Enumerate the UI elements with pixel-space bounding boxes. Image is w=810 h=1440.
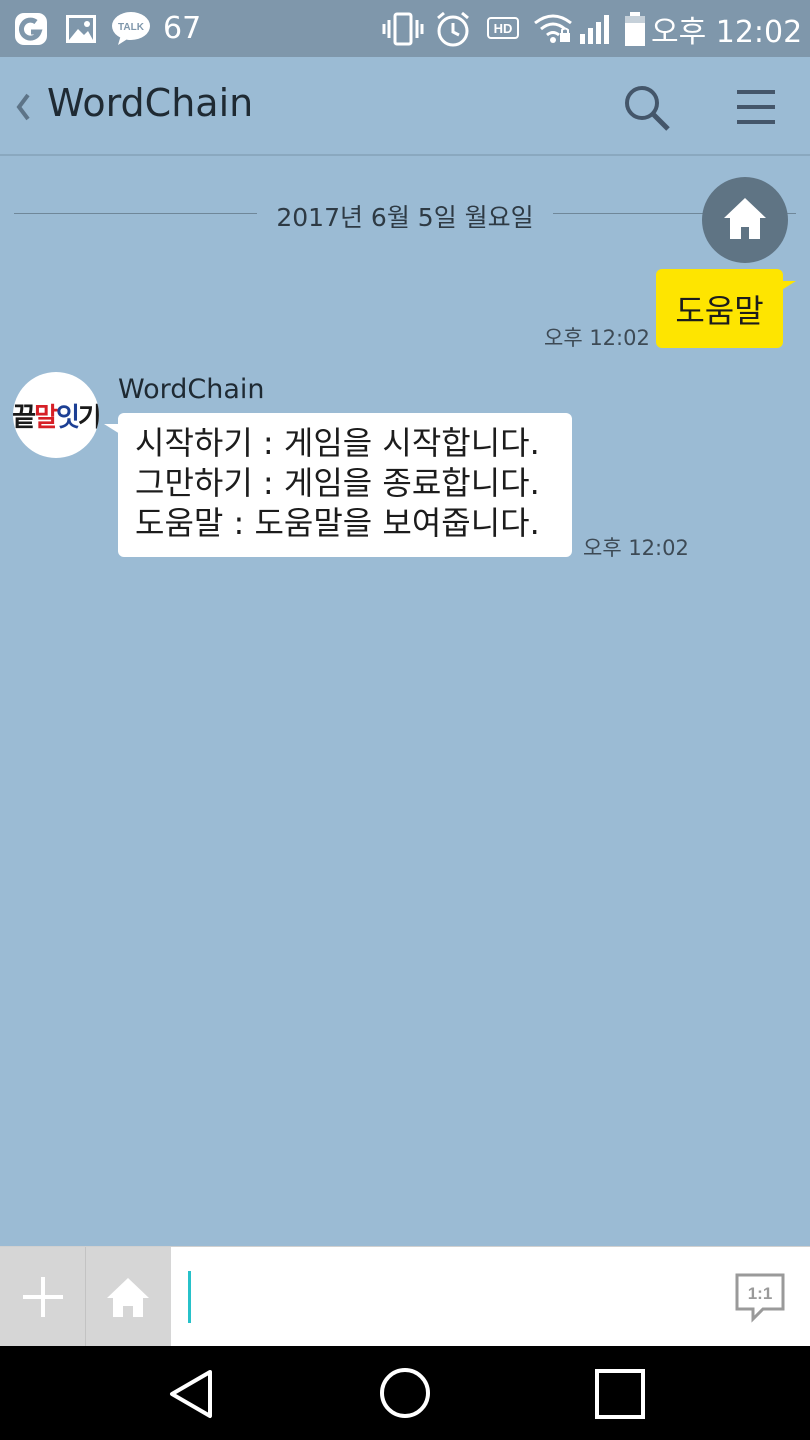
avatar-char-3: 잇 — [56, 402, 80, 433]
signal-icon — [578, 0, 612, 57]
avatar[interactable]: 끝말잇기 — [13, 372, 99, 458]
status-time: 오후 12:02 — [651, 14, 803, 50]
attach-button[interactable] — [0, 1247, 86, 1347]
incoming-message-bubble[interactable]: 시작하기 : 게임을 시작합니다. 그만하기 : 게임을 종료합니다. 도움말 … — [118, 413, 572, 557]
home-button[interactable] — [86, 1247, 171, 1347]
talk-icon: TALK — [111, 0, 151, 57]
outgoing-message-time: 오후 12:02 — [544, 326, 650, 350]
outgoing-message-bubble[interactable]: 도움말 — [656, 269, 783, 348]
navigation-bar — [0, 1346, 810, 1440]
talk-badge-text: TALK — [118, 22, 145, 33]
one-on-one-chat-button[interactable]: 1:1 — [733, 1271, 787, 1323]
message-line: 시작하기 : 게임을 시작합니다. — [135, 424, 540, 462]
sender-name: WordChain — [118, 374, 265, 405]
chat-title: WordChain — [47, 81, 254, 125]
alarm-icon — [434, 0, 472, 57]
message-input[interactable] — [171, 1247, 731, 1347]
home-icon — [107, 1278, 149, 1317]
back-icon[interactable] — [12, 87, 34, 127]
status-bar: TALK 67 HD 오후 12:02 — [0, 0, 810, 57]
app-icon — [14, 0, 48, 57]
home-floating-button[interactable] — [702, 177, 788, 263]
message-line: 도움말 : 도움말을 보여줍니다. — [135, 504, 540, 542]
home-icon — [724, 198, 766, 239]
incoming-message-time: 오후 12:02 — [583, 536, 689, 560]
hd-badge-text: HD — [494, 21, 513, 36]
vibrate-icon — [382, 0, 424, 57]
notification-count: 67 — [163, 11, 202, 46]
avatar-char-1: 끝 — [13, 402, 36, 433]
avatar-char-4: 기 — [77, 402, 99, 433]
search-icon[interactable] — [622, 83, 672, 133]
nav-recent-icon[interactable] — [594, 1368, 646, 1420]
gallery-icon — [65, 0, 97, 57]
message-line: 그만하기 : 게임을 종료합니다. — [135, 464, 540, 502]
nav-home-icon[interactable] — [378, 1366, 432, 1420]
date-divider-label: 2017년 6월 5일 월요일 — [276, 203, 534, 232]
plus-icon — [23, 1277, 63, 1317]
hd-icon: HD — [486, 0, 520, 57]
avatar-char-2: 말 — [34, 402, 58, 433]
outgoing-message-text: 도움말 — [675, 291, 764, 330]
menu-icon[interactable] — [734, 87, 778, 127]
one-on-one-label: 1:1 — [748, 1284, 773, 1303]
one-on-one-icon: 1:1 — [735, 1273, 785, 1323]
nav-back-icon[interactable] — [166, 1366, 216, 1422]
text-cursor — [188, 1271, 191, 1323]
chat-header: WordChain — [0, 57, 810, 156]
wifi-icon — [533, 0, 573, 57]
input-bar: 1:1 — [0, 1246, 810, 1347]
battery-icon — [624, 0, 646, 57]
